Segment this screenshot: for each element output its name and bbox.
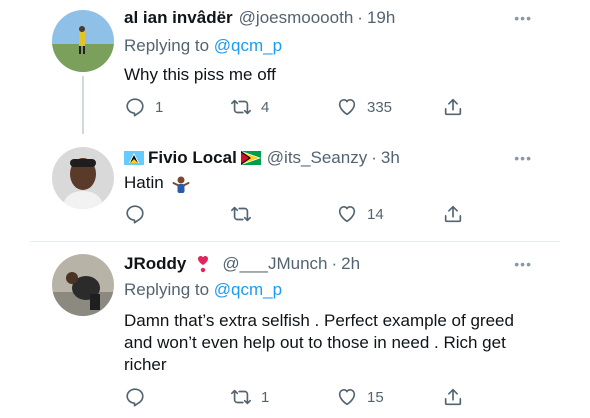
retweet-icon — [231, 99, 251, 115]
reply-button[interactable] — [124, 386, 155, 408]
display-name[interactable]: al ian invâdër — [124, 8, 233, 28]
replying-to-label: Replying to — [124, 36, 210, 55]
like-button[interactable]: 15 — [336, 386, 384, 408]
username[interactable]: @joesmooooth — [239, 8, 354, 28]
tweet-text: Hatin — [124, 172, 544, 194]
avatar[interactable] — [52, 147, 114, 209]
like-count: 335 — [367, 98, 393, 116]
retweet-button[interactable]: 1 — [230, 386, 269, 408]
tweet-header: JRoddy @___JMunch · 2h — [124, 254, 360, 274]
username[interactable]: @___JMunch — [222, 254, 327, 274]
like-button[interactable]: 14 — [336, 203, 384, 225]
tweet-actions: 14 — [124, 202, 464, 226]
more-options-icon[interactable]: ••• — [514, 150, 532, 166]
retweet-icon — [231, 389, 251, 405]
tweet-header: Fivio Local @its_Seanzy · 3h — [124, 148, 400, 168]
person-shrugging-emoji-icon — [172, 176, 190, 193]
retweet-button[interactable] — [230, 203, 261, 225]
reply-icon — [126, 388, 144, 407]
reply-count: 1 — [155, 98, 164, 116]
more-options-icon[interactable]: ••• — [514, 10, 532, 26]
replying-to: Replying to @qcm_p — [124, 280, 282, 300]
replying-to-link[interactable]: @qcm_p — [214, 280, 282, 299]
replying-to-label: Replying to — [124, 280, 210, 299]
share-button[interactable] — [442, 203, 464, 225]
display-name[interactable]: JRoddy — [124, 254, 186, 274]
heart-icon — [338, 206, 356, 223]
share-button[interactable] — [442, 96, 464, 118]
timestamp[interactable]: 2h — [341, 254, 360, 274]
heart-icon — [338, 389, 356, 406]
separator: · — [331, 254, 338, 273]
saint-lucia-flag-icon — [124, 151, 144, 165]
heart-exclamation-emoji-icon — [198, 256, 209, 273]
display-name[interactable]: Fivio Local — [148, 148, 237, 168]
heart-icon — [338, 99, 356, 116]
tweet-2[interactable]: Fivio Local @its_Seanzy · 3h ••• Hatin 1… — [0, 140, 590, 240]
tweet-actions: 1 15 — [124, 385, 464, 409]
replying-to-link[interactable]: @qcm_p — [214, 36, 282, 55]
avatar[interactable] — [52, 10, 114, 72]
tweet-text: Damn that’s extra selfish . Perfect exam… — [124, 311, 514, 374]
timestamp[interactable]: 19h — [367, 8, 395, 28]
retweet-button[interactable]: 4 — [230, 96, 269, 118]
replying-to: Replying to @qcm_p — [124, 36, 282, 56]
reply-button[interactable] — [124, 203, 155, 225]
tweet-1[interactable]: al ian invâdër @joesmooooth · 19h ••• Re… — [0, 0, 590, 140]
thread-line — [82, 76, 84, 134]
share-icon — [444, 98, 462, 116]
retweet-count: 1 — [261, 388, 270, 406]
tweet-header: al ian invâdër @joesmooooth · 19h — [124, 8, 395, 28]
username[interactable]: @its_Seanzy — [267, 148, 367, 168]
like-button[interactable]: 335 — [336, 96, 392, 118]
retweet-icon — [231, 206, 251, 222]
reply-icon — [126, 205, 144, 224]
separator: · — [357, 8, 363, 27]
share-icon — [444, 205, 462, 223]
avatar[interactable] — [52, 254, 114, 316]
like-count: 14 — [367, 205, 384, 223]
timestamp[interactable]: 3h — [381, 148, 400, 168]
tweet-3[interactable]: JRoddy @___JMunch · 2h ••• Replying to @… — [0, 242, 590, 418]
like-count: 15 — [367, 388, 384, 406]
tweet-text-content: Hatin — [124, 173, 164, 192]
share-icon — [444, 388, 462, 406]
tweet-actions: 1 4 335 — [124, 95, 464, 119]
guyana-flag-icon — [240, 151, 261, 165]
more-options-icon[interactable]: ••• — [514, 256, 532, 272]
separator: · — [371, 148, 377, 167]
retweet-count: 4 — [261, 98, 270, 116]
reply-button[interactable]: 1 — [124, 96, 163, 118]
tweet-text: Why this piss me off — [124, 65, 276, 84]
reply-icon — [126, 98, 144, 117]
share-button[interactable] — [442, 386, 464, 408]
